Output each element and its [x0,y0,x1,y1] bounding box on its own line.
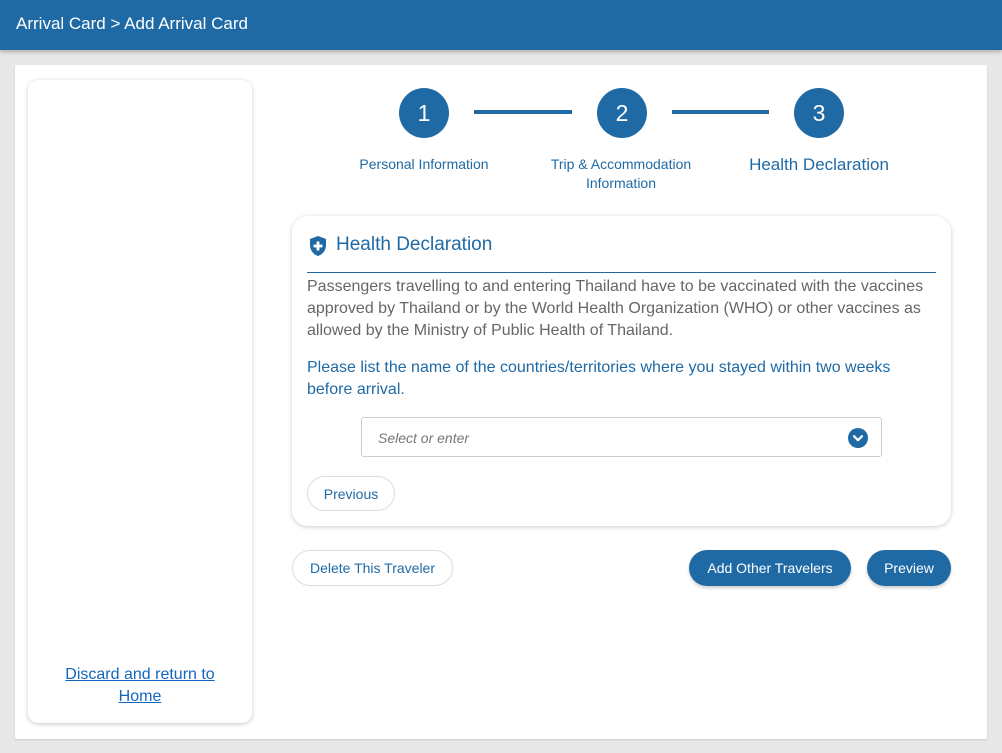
delete-traveler-button[interactable]: Delete This Traveler [292,550,453,586]
preview-button[interactable]: Preview [867,550,951,586]
breadcrumb: Arrival Card > Add Arrival Card [16,14,248,33]
previous-button[interactable]: Previous [307,476,395,511]
countries-select-placeholder: Select or enter [378,430,470,446]
step-connector-2 [672,110,769,114]
step-2-circle[interactable]: 2 [597,88,647,138]
top-app-bar: Arrival Card > Add Arrival Card [0,0,1002,50]
add-other-travelers-button[interactable]: Add Other Travelers [689,550,851,586]
discard-return-home-link[interactable]: Discard and return to Home [28,664,252,708]
sidebar-card: Discard and return to Home [28,80,252,723]
step-3-circle[interactable]: 3 [794,88,844,138]
vaccination-notice: Passengers travelling to and entering Th… [307,278,924,339]
shield-plus-icon [310,236,326,256]
countries-question: Please list the name of the countries/te… [307,359,891,398]
step-1-circle[interactable]: 1 [399,88,449,138]
section-title: Health Declaration [336,234,493,255]
countries-select[interactable]: Select or enter [361,417,882,457]
step-3-label[interactable]: Health Declaration [739,155,899,174]
step-2-label[interactable]: Trip & Accommodation Information [536,155,706,193]
step-1-label[interactable]: Personal Information [344,155,504,174]
chevron-down-icon[interactable] [848,428,868,448]
section-divider [307,272,936,273]
step-connector-1 [474,110,572,114]
